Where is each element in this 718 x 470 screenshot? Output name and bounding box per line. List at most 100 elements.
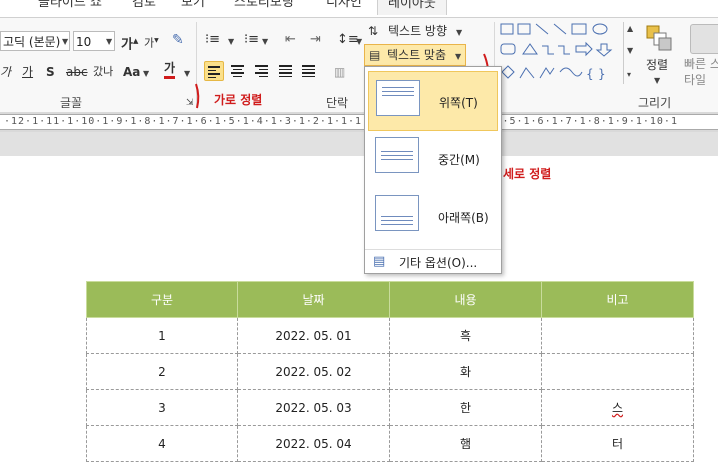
- align-top-label: 위쪽(T): [439, 96, 478, 110]
- table-cell[interactable]: 흑: [389, 317, 542, 354]
- table-cell[interactable]: [541, 353, 694, 390]
- align-top-option[interactable]: 위쪽(T): [368, 71, 498, 131]
- numbering-icon[interactable]: ⁝≡: [244, 31, 259, 49]
- align-bottom-option[interactable]: 아래쪽(B): [368, 187, 498, 247]
- table-header-row: 구분 날짜 내용 비고: [86, 281, 694, 318]
- chevron-down-icon[interactable]: ▼: [262, 37, 268, 46]
- chevron-down-icon[interactable]: ▼: [654, 76, 660, 85]
- chevron-down-icon[interactable]: ▼: [62, 37, 68, 46]
- table-row: 1 2022. 05. 01 흑: [86, 317, 694, 354]
- tab-view[interactable]: 보기: [181, 0, 205, 14]
- misspelled-text: 스: [611, 401, 624, 415]
- table-row: 4 2022. 05. 04 햄 터: [86, 425, 694, 462]
- tab-design[interactable]: 디자인: [326, 0, 362, 14]
- table-cell[interactable]: 햄: [389, 425, 542, 462]
- text-direction-button[interactable]: 텍스트 방향: [388, 22, 447, 40]
- ribbon: 고딕 (본문) ▼ 10 ▼ 가▲ 가▼ ✎ 가 가 S abc 갔나 Aa ▼…: [0, 17, 718, 114]
- char-spacing-icon[interactable]: 갔나: [93, 63, 113, 81]
- chevron-down-icon[interactable]: ▼: [106, 37, 112, 46]
- annotation-bracket-horizontal: [195, 83, 200, 109]
- align-right-button[interactable]: [252, 61, 272, 81]
- shrink-font-icon[interactable]: 가▼: [144, 32, 159, 53]
- table-cell[interactable]: 1: [86, 317, 238, 354]
- italic-icon[interactable]: 가: [0, 63, 11, 81]
- columns-icon[interactable]: ▥: [334, 63, 345, 81]
- horizontal-ruler: ·12·1·11·1·10·1·9·1·8·1·7·1·6·1·5·1·4·1·…: [0, 114, 718, 130]
- chevron-down-icon[interactable]: ▼: [228, 37, 234, 46]
- paragraph-group-label: 단락: [326, 96, 349, 110]
- table-cell[interactable]: 2022. 05. 01: [237, 317, 390, 354]
- increase-indent-icon[interactable]: ⇥: [310, 31, 321, 49]
- tab-storyboarding[interactable]: 스토리보딩: [234, 0, 294, 14]
- table-cell[interactable]: 터: [541, 425, 694, 462]
- text-align-label: 텍스트 맞춤: [387, 48, 447, 62]
- svg-text:{: {: [586, 67, 594, 81]
- data-table: 구분 날짜 내용 비고 1 2022. 05. 01 흑 2 2022. 05.…: [86, 281, 694, 462]
- ruler-margin: [0, 132, 718, 156]
- table-cell[interactable]: 4: [86, 425, 238, 462]
- bullets-icon[interactable]: ⁝≡: [205, 31, 220, 49]
- align-left-button[interactable]: [204, 61, 224, 81]
- tab-layout[interactable]: 레이아웃: [377, 0, 447, 15]
- font-color-icon[interactable]: 가: [164, 61, 176, 79]
- table-cell[interactable]: 화: [389, 353, 542, 390]
- shadow-icon[interactable]: S: [46, 63, 55, 81]
- ruler-area: ·12·1·11·1·10·1·9·1·8·1·7·1·6·1·5·1·4·1·…: [0, 112, 718, 132]
- font-size-value: 10: [76, 35, 92, 49]
- font-group-label: 글꼴: [60, 96, 83, 110]
- arrange-icon[interactable]: [645, 24, 673, 52]
- decrease-indent-icon[interactable]: ⇤: [285, 31, 296, 49]
- table-cell[interactable]: 2022. 05. 04: [237, 425, 390, 462]
- align-top-icon: [376, 80, 420, 116]
- table-row: 3 2022. 05. 03 한 스: [86, 389, 694, 426]
- align-middle-label: 중간(M): [438, 153, 480, 167]
- table-cell[interactable]: 2022. 05. 02: [237, 353, 390, 390]
- clear-format-icon[interactable]: ✎: [172, 31, 184, 49]
- tab-slideshow[interactable]: 슬라이드 쇼: [38, 0, 102, 14]
- table-cell[interactable]: [541, 317, 694, 354]
- header-cell[interactable]: 비고: [541, 281, 694, 318]
- arrange-button[interactable]: 정렬: [646, 56, 668, 74]
- chevron-down-icon: ▼: [455, 52, 462, 61]
- strikethrough-icon[interactable]: abc: [66, 63, 88, 81]
- gallery-scroll[interactable]: ▲ ▼ ▾: [623, 22, 636, 84]
- align-middle-option[interactable]: 중간(M): [368, 129, 498, 189]
- quick-styles-button[interactable]: 빠른 스타일: [684, 56, 718, 88]
- table-cell[interactable]: 한: [389, 389, 542, 426]
- header-cell[interactable]: 구분: [86, 281, 238, 318]
- header-cell[interactable]: 내용: [389, 281, 542, 318]
- text-align-icon: ▤: [369, 48, 381, 62]
- more-options-icon: ▤: [373, 254, 386, 269]
- table-cell[interactable]: 3: [86, 389, 238, 426]
- distribute-button[interactable]: [299, 61, 319, 81]
- chevron-down-icon[interactable]: ▼: [356, 37, 362, 46]
- font-name-box[interactable]: 고딕 (본문): [0, 31, 70, 51]
- annotation-vertical: 세로 정렬: [503, 167, 552, 181]
- shapes-gallery[interactable]: { }: [498, 22, 622, 84]
- align-middle-icon: [375, 137, 419, 173]
- quick-styles-icon[interactable]: [690, 24, 718, 54]
- more-options-label: 기타 옵션(O)...: [399, 256, 478, 270]
- drawing-group-label: 그리기: [638, 96, 672, 110]
- align-center-button[interactable]: [228, 61, 248, 81]
- align-bottom-label: 아래쪽(B): [438, 211, 489, 225]
- font-name-value: 고딕 (본문): [3, 35, 61, 49]
- table-cell[interactable]: 스: [541, 389, 694, 426]
- text-align-button[interactable]: ▤ 텍스트 맞춤 ▼: [364, 44, 466, 66]
- chevron-down-icon[interactable]: ▼: [143, 69, 149, 78]
- align-bottom-icon: [375, 195, 419, 231]
- header-cell[interactable]: 날짜: [237, 281, 390, 318]
- chevron-down-icon[interactable]: ▼: [456, 28, 462, 37]
- chevron-down-icon[interactable]: ▼: [184, 69, 190, 78]
- ribbon-tabs: 슬라이드 쇼 검토 보기 스토리보딩 디자인 레이아웃: [0, 0, 718, 17]
- tab-review[interactable]: 검토: [132, 0, 156, 14]
- underline-icon[interactable]: 가: [22, 63, 33, 81]
- table-cell[interactable]: 2: [86, 353, 238, 390]
- justify-button[interactable]: [276, 61, 296, 81]
- annotation-horizontal: 가로 정렬: [214, 93, 263, 107]
- change-case-icon[interactable]: Aa: [123, 63, 140, 81]
- grow-font-icon[interactable]: 가▲: [121, 32, 138, 54]
- ruler-scale: ·12·1·11·1·10·1·9·1·8·1·7·1·6·1·5·1·4·1·…: [4, 116, 678, 127]
- more-options-item[interactable]: ▤ 기타 옵션(O)...: [365, 249, 501, 274]
- table-cell[interactable]: 2022. 05. 03: [237, 389, 390, 426]
